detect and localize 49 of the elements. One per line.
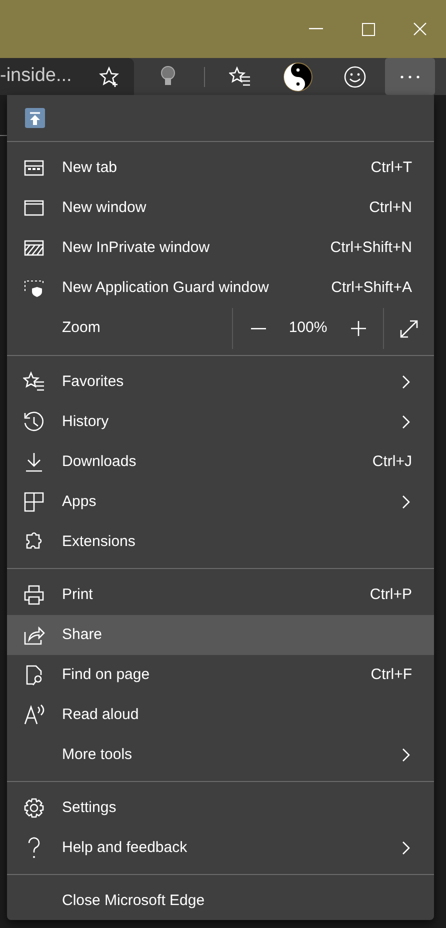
menu-item[interactable]: Find on page Ctrl+F (7, 655, 434, 695)
maximize-icon (362, 22, 374, 36)
menu-item[interactable]: Settings (7, 788, 434, 828)
shortcut-text: Ctrl+T (370, 158, 412, 178)
yin-yang-icon (283, 62, 313, 92)
share-icon (23, 624, 45, 646)
favorites-icon (23, 371, 45, 393)
menu-item[interactable]: Share (7, 615, 434, 655)
read-aloud-icon (23, 704, 45, 726)
close-icon (413, 22, 427, 36)
apps-icon (23, 491, 45, 513)
address-text: -inside... (0, 64, 72, 88)
address-bar[interactable]: -inside... (0, 58, 134, 95)
menu-item[interactable]: Apps (7, 482, 434, 522)
favorites-icon (229, 66, 251, 88)
menu-item[interactable]: New tab Ctrl+T (7, 148, 434, 188)
more-icon (400, 74, 420, 78)
download-icon (23, 451, 45, 473)
shortcut-text: Ctrl+J (372, 452, 412, 472)
shortcut-text: Ctrl+Shift+N (330, 238, 412, 258)
shortcut-text: Ctrl+P (370, 584, 412, 605)
zoom-label: Zoom (62, 318, 102, 338)
smiley-icon (343, 64, 367, 88)
menu-item[interactable]: New InPrivate window Ctrl+Shift+N (7, 228, 434, 268)
plus-icon (350, 321, 366, 336)
menu-item[interactable]: Read aloud (7, 695, 434, 735)
printer-icon (23, 584, 45, 606)
expand-icon (399, 318, 419, 338)
gear-icon (23, 797, 45, 819)
menu-item[interactable]: Help and feedback (7, 828, 434, 868)
history-icon (23, 411, 45, 433)
minus-icon (250, 328, 266, 330)
star-plus-icon (99, 66, 121, 88)
menu-item[interactable]: Print Ctrl+P (7, 575, 434, 615)
menu-item[interactable]: Downloads Ctrl+J (7, 442, 434, 482)
menu-item[interactable]: Favorites (7, 362, 434, 402)
shortcut-text: Ctrl+Shift+A (331, 278, 412, 298)
menu-item[interactable]: New Application Guard window Ctrl+Shift+A (7, 268, 434, 308)
menu-item[interactable]: New window Ctrl+N (7, 188, 434, 228)
shortcut-text: Ctrl+F (370, 664, 412, 685)
zoom-value: 100% (288, 318, 328, 338)
menu-item[interactable]: History (7, 402, 434, 442)
menu-item[interactable]: Extensions (7, 522, 434, 562)
minimize-icon (309, 28, 323, 30)
menu-item[interactable]: More tools (7, 735, 434, 775)
shortcut-text: Ctrl+N (369, 198, 412, 218)
pin-icon (29, 112, 41, 124)
pin-toolbar-button[interactable] (25, 108, 45, 128)
menu-item[interactable]: Close Microsoft Edge (7, 881, 434, 921)
